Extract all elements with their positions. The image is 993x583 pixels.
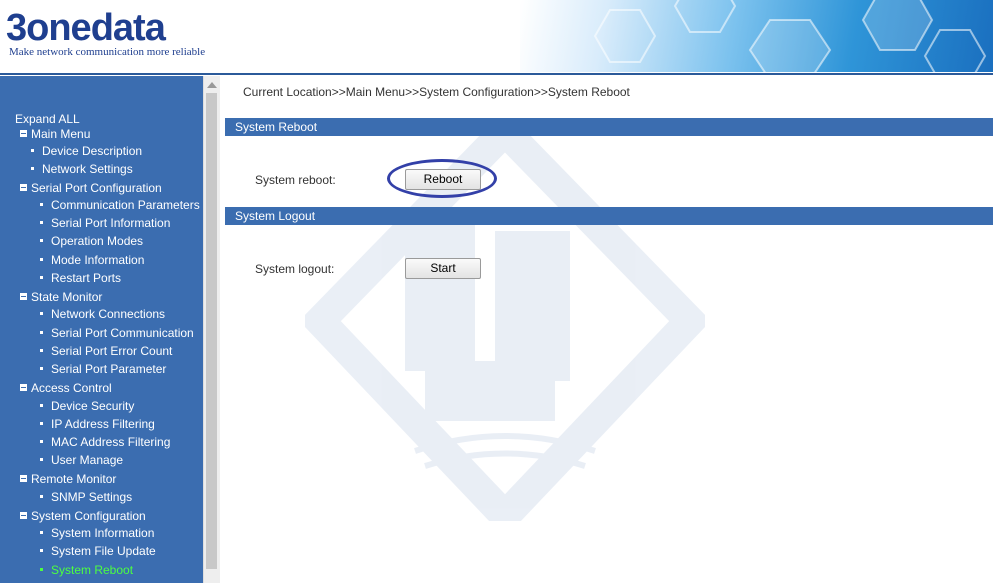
sidebar-item-label: Mode Information [51, 253, 145, 267]
bullet-icon [40, 495, 43, 498]
brand-tagline: Make network communication more reliable [9, 46, 206, 58]
sidebar-item-communication-parameters[interactable]: Communication Parameters [40, 197, 200, 213]
breadcrumb: Current Location>>Main Menu>>System Conf… [243, 85, 630, 99]
sidebar-item-label: System Reboot [51, 563, 134, 577]
sidebar-item-label: System File Update [51, 544, 156, 558]
sidebar-item-label: Remote Monitor [31, 472, 117, 486]
sidebar-item-label: State Monitor [31, 290, 103, 304]
collapse-minus-icon[interactable] [20, 475, 27, 482]
bullet-icon [40, 203, 43, 206]
sidebar-item-system-configuration[interactable]: System Configuration [20, 508, 146, 524]
sidebar-item-restart-ports[interactable]: Restart Ports [40, 270, 121, 286]
bullet-icon [40, 331, 43, 334]
sidebar-item-label: Main Menu [31, 127, 91, 141]
sidebar-item-serial-port-information[interactable]: Serial Port Information [40, 215, 170, 231]
sidebar-item-label: Serial Port Error Count [51, 344, 173, 358]
bullet-icon [40, 349, 43, 352]
bullet-icon [40, 276, 43, 279]
sidebar: Expand ALL Main Menu Device Description Ne… [0, 76, 203, 583]
sidebar-item-snmp-settings[interactable]: SNMP Settings [40, 489, 132, 505]
collapse-minus-icon[interactable] [20, 512, 27, 519]
start-button[interactable]: Start [405, 258, 481, 279]
bullet-icon [31, 149, 34, 152]
scroll-up-arrow-icon[interactable] [207, 82, 217, 88]
sidebar-item-mac-address-filtering[interactable]: MAC Address Filtering [40, 434, 170, 450]
sidebar-item-device-security[interactable]: Device Security [40, 398, 134, 414]
scrollbar-thumb[interactable] [206, 93, 217, 569]
bullet-icon [40, 312, 43, 315]
sidebar-item-mode-information[interactable]: Mode Information [40, 252, 144, 268]
sidebar-item-label: Serial Port Configuration [31, 181, 162, 195]
bullet-icon [40, 404, 43, 407]
sidebar-item-label: Serial Port Information [51, 216, 171, 230]
banner-hexagon-pattern [593, 0, 987, 72]
system-logout-label: System logout: [255, 262, 335, 276]
sidebar-item-system-file-update[interactable]: System File Update [40, 543, 156, 559]
bullet-icon [40, 531, 43, 534]
sidebar-item-label: SNMP Settings [51, 490, 133, 504]
sidebar-item-label: System Information [51, 526, 155, 540]
bullet-icon [40, 239, 43, 242]
sidebar-item-label: Communication Parameters [51, 198, 200, 212]
collapse-minus-icon[interactable] [20, 384, 27, 391]
collapse-minus-icon[interactable] [20, 293, 27, 300]
collapse-minus-icon[interactable] [20, 184, 27, 191]
sidebar-item-access-control[interactable]: Access Control [20, 380, 112, 396]
bullet-icon [40, 549, 43, 552]
sidebar-item-system-information[interactable]: System Information [40, 525, 154, 541]
sidebar-item-remote-monitor[interactable]: Remote Monitor [20, 471, 116, 487]
reboot-button[interactable]: Reboot [405, 169, 481, 190]
sidebar-item-label: Access Control [31, 381, 112, 395]
sidebar-item-ip-address-filtering[interactable]: IP Address Filtering [40, 416, 155, 432]
bullet-icon [40, 367, 43, 370]
sidebar-item-user-manage[interactable]: User Manage [40, 452, 123, 468]
sidebar-item-device-description[interactable]: Device Description [31, 143, 142, 159]
sidebar-item-label: Operation Modes [51, 234, 144, 248]
sidebar-item-network-connections[interactable]: Network Connections [40, 306, 165, 322]
collapse-minus-icon[interactable] [20, 130, 27, 137]
bullet-icon [40, 422, 43, 425]
sidebar-item-label: User Manage [51, 453, 124, 467]
expand-all-link[interactable]: Expand ALL [15, 111, 80, 127]
bullet-icon [40, 568, 43, 571]
sidebar-item-label: Serial Port Communication [51, 326, 194, 340]
sidebar-item-state-monitor[interactable]: State Monitor [20, 289, 102, 305]
sidebar-item-serial-port-configuration[interactable]: Serial Port Configuration [20, 180, 162, 196]
sidebar-scrollbar[interactable] [203, 76, 220, 583]
sidebar-item-serial-port-error-count[interactable]: Serial Port Error Count [40, 343, 172, 359]
sidebar-item-label: Serial Port Parameter [51, 362, 167, 376]
system-logout-header: System Logout [225, 207, 993, 225]
watermark-logo [305, 121, 705, 521]
bullet-icon [40, 440, 43, 443]
sidebar-item-network-settings[interactable]: Network Settings [31, 161, 133, 177]
sidebar-item-label: System Configuration [31, 509, 146, 523]
sidebar-item-label: Device Security [51, 399, 135, 413]
sidebar-item-serial-port-communication[interactable]: Serial Port Communication [40, 325, 194, 341]
sidebar-item-main-menu[interactable]: Main Menu [20, 126, 90, 142]
sidebar-item-operation-modes[interactable]: Operation Modes [40, 233, 143, 249]
system-reboot-label: System reboot: [255, 173, 336, 187]
sidebar-item-label: Network Connections [51, 307, 166, 321]
sidebar-item-label: MAC Address Filtering [51, 435, 171, 449]
bullet-icon [40, 258, 43, 261]
header-banner [520, 0, 993, 72]
sidebar-item-serial-port-parameter[interactable]: Serial Port Parameter [40, 361, 166, 377]
bullet-icon [40, 458, 43, 461]
bullet-icon [40, 221, 43, 224]
sidebar-item-label: IP Address Filtering [51, 417, 155, 431]
sidebar-item-system-reboot[interactable]: System Reboot [40, 562, 133, 578]
system-reboot-header: System Reboot [225, 118, 993, 136]
sidebar-item-label: Device Description [42, 144, 143, 158]
header: 3onedata Make network communication more… [0, 0, 993, 75]
bullet-icon [31, 167, 34, 170]
sidebar-item-label: Network Settings [42, 162, 133, 176]
sidebar-item-label: Restart Ports [51, 271, 122, 285]
main-content: Current Location>>Main Menu>>System Conf… [220, 76, 993, 583]
brand-logo: 3onedata [6, 7, 166, 49]
